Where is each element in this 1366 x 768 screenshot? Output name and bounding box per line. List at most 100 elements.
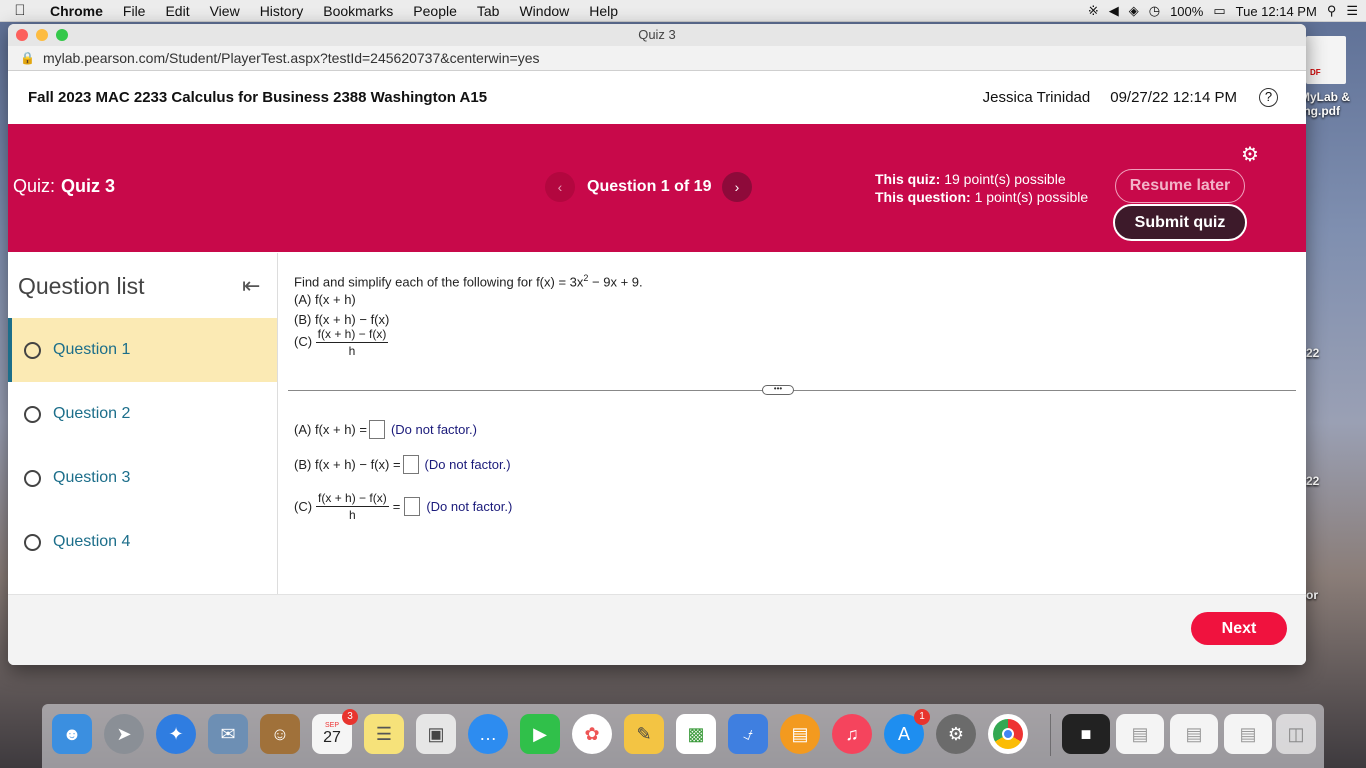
answer-a-input[interactable] (368, 420, 385, 439)
answer-c-label: (C) (294, 499, 313, 514)
bluetooth-icon[interactable]: ※ (1088, 3, 1099, 19)
minimize-window-button[interactable] (36, 29, 48, 41)
time-machine-icon[interactable]: ◷ (1149, 3, 1160, 19)
notes-icon[interactable]: ☰ (364, 714, 404, 754)
prompt-text: Find and simplify each of the following … (294, 274, 584, 290)
radio-circle-icon (24, 533, 41, 551)
answer-b-input[interactable] (402, 455, 419, 474)
music-icon[interactable]: ♫ (832, 714, 872, 754)
wifi-icon[interactable]: ◈ (1129, 3, 1139, 19)
question-list-item-4[interactable]: Question 4 (8, 510, 277, 574)
question-pane: Find and simplify each of the following … (278, 253, 1306, 594)
question-prompt: Find and simplify each of the following … (294, 269, 643, 329)
quiz-name: Quiz 3 (61, 176, 116, 196)
minimized-window-2[interactable]: ▤ (1116, 714, 1164, 754)
app-store-badge: 1 (914, 709, 930, 725)
calendar-month: SEP (324, 721, 339, 729)
next-button[interactable]: Next (1191, 612, 1287, 645)
gear-icon[interactable]: ⚙ (1241, 142, 1259, 167)
next-question-button[interactable]: › (722, 172, 752, 202)
menu-clock[interactable]: Tue 12:14 PM (1236, 4, 1317, 19)
menu-chrome[interactable]: Chrome (40, 3, 113, 19)
safari-icon[interactable]: ✦ (156, 714, 196, 754)
contacts-icon[interactable]: ☺ (260, 714, 300, 754)
address-bar[interactable]: 🔒 mylab.pearson.com/Student/PlayerTest.a… (8, 46, 1306, 71)
answer-c-input[interactable] (404, 497, 421, 516)
help-icon[interactable]: ? (1259, 88, 1278, 107)
question-list-item-3[interactable]: Question 3 (8, 446, 277, 510)
apple-icon[interactable]:  (0, 2, 40, 19)
fraction-denominator: h (348, 344, 356, 358)
facetime-icon[interactable]: ▶ (520, 714, 560, 754)
volume-icon[interactable]: ◀ (1109, 3, 1119, 19)
answer-c-hint: (Do not factor.) (426, 499, 513, 514)
answer-c-fraction: f(x + h) − f(x) h (316, 491, 389, 522)
points-info: This quiz: 19 point(s) possible This que… (875, 170, 1088, 206)
menu-help[interactable]: Help (579, 3, 628, 19)
quiz-banner: Quiz: Quiz 3 ‹ Question 1 of 19 › This qu… (8, 124, 1306, 252)
window-titlebar: Quiz 3 (8, 24, 1306, 46)
menu-edit[interactable]: Edit (155, 3, 199, 19)
answer-c-equals: = (392, 499, 401, 514)
chrome-icon[interactable] (988, 714, 1028, 754)
close-window-button[interactable] (16, 29, 28, 41)
url-text[interactable]: mylab.pearson.com/Student/PlayerTest.asp… (43, 50, 540, 66)
question-points-label: This question: (875, 189, 971, 205)
menu-history[interactable]: History (250, 3, 314, 19)
prompt-text-end: − 9x + 9. (588, 274, 643, 290)
quiz-label: Quiz: Quiz 3 (13, 176, 115, 197)
zoom-window-button[interactable] (56, 29, 68, 41)
menu-people[interactable]: People (403, 3, 467, 19)
system-preferences-icon[interactable]: ⚙ (936, 714, 976, 754)
answer-row-a: (A) f(x + h) = (Do not factor.) (294, 420, 477, 439)
question-list-label: Question 2 (53, 405, 131, 422)
battery-icon[interactable]: ▭ (1213, 3, 1225, 19)
keynote-icon[interactable]: ⍻ (728, 714, 768, 754)
calendar-badge: 3 (342, 709, 358, 725)
question-position[interactable]: Question 1 of 19 (587, 178, 711, 196)
numbers-icon[interactable]: ▩ (676, 714, 716, 754)
finder-icon[interactable]: ☻ (52, 714, 92, 754)
minimized-window-4[interactable]: ▤ (1224, 714, 1272, 754)
spotlight-icon[interactable]: ⚲ (1327, 3, 1337, 19)
messages-icon[interactable]: … (468, 714, 508, 754)
question-list-label: Question 4 (53, 533, 131, 550)
answer-a-label: (A) f(x + h) = (294, 422, 367, 437)
desktop-label-a[interactable]: 22 (1306, 346, 1319, 360)
battery-percent[interactable]: 100% (1170, 4, 1203, 19)
calendar-icon[interactable]: SEP 27 3 (312, 709, 358, 754)
launchpad-icon[interactable]: ➤ (104, 714, 144, 754)
minimized-window-1[interactable]: ■ (1062, 714, 1110, 754)
menu-view[interactable]: View (200, 3, 250, 19)
question-list-panel: Question list ⇤ Question 1 Question 2 Qu… (8, 253, 278, 594)
photos-icon[interactable]: ✿ (572, 714, 612, 754)
menu-file[interactable]: File (113, 3, 156, 19)
resize-grip[interactable]: ••• (762, 385, 794, 395)
course-header: Fall 2023 MAC 2233 Calculus for Business… (8, 71, 1306, 124)
trash-icon[interactable]: ◫ (1276, 714, 1316, 754)
status-area: ※ ◀ ◈ ◷ 100% ▭ Tue 12:14 PM ⚲ ☰ (1088, 0, 1358, 22)
menu-bar:  Chrome File Edit View History Bookmark… (0, 0, 1366, 22)
app-store-icon[interactable]: A 1 (884, 709, 930, 754)
question-list-item-2[interactable]: Question 2 (8, 382, 277, 446)
submit-quiz-button[interactable]: Submit quiz (1113, 204, 1247, 241)
notification-center-icon[interactable]: ☰ (1346, 3, 1358, 19)
menu-bookmarks[interactable]: Bookmarks (313, 3, 403, 19)
mail-icon[interactable]: ✉ (208, 714, 248, 754)
question-list-label: Question 3 (53, 469, 131, 486)
collapse-panel-icon[interactable]: ⇤ (242, 273, 260, 299)
menu-tab[interactable]: Tab (467, 3, 510, 19)
question-list-item-1[interactable]: Question 1 (8, 318, 277, 382)
user-name: Jessica Trinidad (982, 89, 1091, 106)
previous-question-button[interactable]: ‹ (545, 172, 575, 202)
calendar-day: 27 (323, 728, 341, 746)
resume-later-button[interactable]: Resume later (1115, 169, 1245, 203)
minimized-window-3[interactable]: ▤ (1170, 714, 1218, 754)
books-icon[interactable]: ▤ (780, 714, 820, 754)
preview-icon[interactable]: ▣ (416, 714, 456, 754)
desktop-label-b[interactable]: 22 (1306, 474, 1319, 488)
desktop-pdf-file[interactable]: DF MyLab & ing.pdf (1300, 36, 1360, 146)
pages-icon[interactable]: ✎ (624, 714, 664, 754)
menu-window[interactable]: Window (509, 3, 579, 19)
desktop-label-c[interactable]: or (1306, 588, 1318, 602)
